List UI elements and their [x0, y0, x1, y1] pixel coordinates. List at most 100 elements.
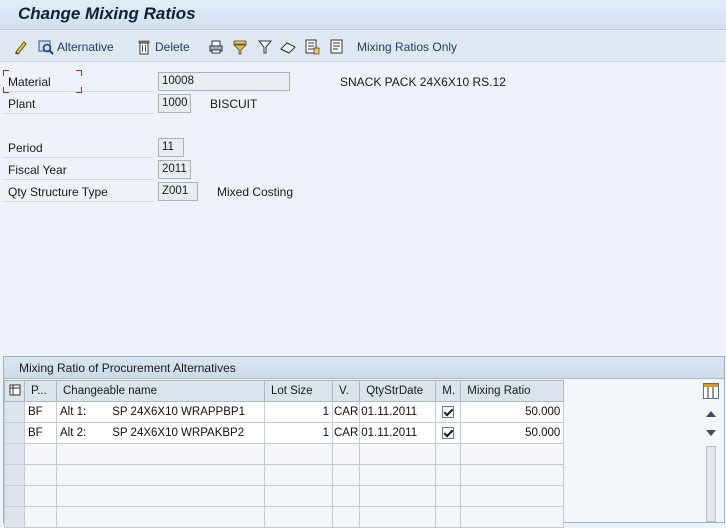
row-selector[interactable] — [4, 485, 25, 507]
required-marker — [3, 70, 9, 76]
export-button[interactable] — [304, 38, 320, 56]
empty-cell — [331, 464, 361, 486]
table-row: BF Alt 2: SP 24X6X10 WRPAKBP2 1 CAR 01.11… — [4, 422, 565, 444]
empty-cell — [359, 464, 437, 486]
required-marker — [76, 87, 82, 93]
empty-cell — [331, 506, 361, 528]
empty-cell — [435, 506, 462, 528]
cell-qtystrdate: 01.11.2011 — [359, 422, 437, 444]
row-selector[interactable] — [4, 464, 25, 486]
title-bar: Change Mixing Ratios — [0, 0, 726, 30]
table-row — [4, 443, 565, 465]
application-toolbar: Alternative Delete Mixing Ratios Only — [0, 31, 726, 62]
plant-description: BISCUIT — [210, 97, 258, 111]
empty-cell — [24, 464, 57, 486]
empty-cell — [460, 443, 565, 465]
empty-cell — [56, 485, 265, 507]
empty-cell — [56, 506, 265, 528]
cell-name: SP 24X6X10 WRPAKBP2 — [112, 427, 245, 439]
change-pencil-button[interactable] — [13, 38, 29, 56]
plant-field[interactable]: 1000 — [158, 94, 191, 113]
empty-cell — [460, 464, 565, 486]
scroll-down-icon[interactable] — [706, 430, 716, 436]
cell-lot-size: 1 — [264, 422, 333, 444]
empty-cell — [24, 443, 57, 465]
empty-cell — [56, 443, 265, 465]
filter-icon — [257, 39, 273, 55]
column-header-lot-size[interactable]: Lot Size — [264, 380, 333, 402]
change-layout-button[interactable] — [280, 38, 296, 56]
cell-alt: Alt 1: — [60, 406, 87, 418]
cell-m[interactable] — [435, 422, 462, 444]
cell-changeable-name[interactable]: Alt 2: SP 24X6X10 WRPAKBP2 — [56, 422, 265, 444]
mixing-ratios-only-button[interactable]: Mixing Ratios Only — [329, 38, 457, 56]
column-header-m[interactable]: M. — [435, 380, 462, 402]
filter-button[interactable] — [257, 38, 273, 56]
plant-label: Plant — [3, 94, 153, 114]
cell-changeable-name[interactable]: Alt 1: SP 24X6X10 WRAPPBP1 — [56, 401, 265, 423]
column-header-v[interactable]: V. — [331, 380, 361, 402]
cell-lot-size: 1 — [264, 401, 333, 423]
empty-cell — [264, 506, 333, 528]
required-marker — [76, 70, 82, 76]
empty-cell — [359, 443, 437, 465]
required-marker — [3, 87, 9, 93]
empty-cell — [264, 485, 333, 507]
empty-cell — [331, 485, 361, 507]
page-title: Change Mixing Ratios — [18, 4, 196, 23]
checkbox-checked[interactable] — [442, 426, 455, 439]
eraser-icon — [280, 39, 296, 55]
mixing-ratio-panel: Mixing Ratio of Procurement Alternatives… — [3, 356, 725, 528]
material-field[interactable]: 10008 — [158, 72, 290, 91]
table-settings-icon — [9, 384, 21, 399]
cell-qtystrdate: 01.11.2011 — [359, 401, 437, 423]
row-selector[interactable] — [4, 401, 25, 423]
row-selector[interactable] — [4, 422, 25, 444]
period-field[interactable]: 11 — [158, 138, 184, 157]
select-all-button[interactable] — [4, 380, 25, 402]
mixing-ratio-table: P... Changeable name Lot Size V. QtyStrD… — [4, 380, 565, 528]
cell-p: BF — [24, 401, 57, 423]
cell-mixing-ratio[interactable]: 50.000 — [460, 422, 565, 444]
column-header-qtystrdate[interactable]: QtyStrDate — [359, 380, 437, 402]
cell-v: CAR — [331, 422, 361, 444]
row-selector[interactable] — [4, 443, 25, 465]
empty-cell — [460, 506, 565, 528]
scroll-track[interactable] — [706, 446, 716, 522]
empty-cell — [435, 443, 462, 465]
table-row — [4, 464, 565, 486]
cell-alt: Alt 2: — [60, 427, 87, 439]
empty-cell — [435, 485, 462, 507]
printer-icon — [208, 39, 224, 55]
checkbox-checked[interactable] — [442, 405, 455, 418]
print-button[interactable] — [208, 38, 224, 56]
pencil-glasses-icon — [13, 39, 29, 55]
empty-cell — [435, 464, 462, 486]
empty-cell — [460, 485, 565, 507]
column-header-changeable-name[interactable]: Changeable name — [56, 380, 265, 402]
column-header-p[interactable]: P... — [24, 380, 57, 402]
alternative-button[interactable]: Alternative — [38, 38, 114, 56]
column-header-mixing-ratio[interactable]: Mixing Ratio — [460, 380, 565, 402]
column-layout-icon[interactable] — [703, 383, 719, 399]
table-row — [4, 485, 565, 507]
table-row — [4, 506, 565, 528]
empty-cell — [264, 443, 333, 465]
qty-structure-type-field[interactable]: Z001 — [158, 182, 198, 201]
scroll-up-icon[interactable] — [706, 411, 716, 417]
qty-structure-type-description: Mixed Costing — [217, 185, 294, 199]
fiscal-year-field[interactable]: 2011 — [158, 160, 191, 179]
empty-cell — [359, 506, 437, 528]
cell-mixing-ratio[interactable]: 50.000 — [460, 401, 565, 423]
trash-icon — [136, 39, 152, 55]
magnifier-icon — [38, 39, 54, 55]
cell-v: CAR — [331, 401, 361, 423]
delete-button[interactable]: Delete — [136, 38, 190, 56]
cell-p: BF — [24, 422, 57, 444]
table-row: BF Alt 1: SP 24X6X10 WRAPPBP1 1 CAR 01.11… — [4, 401, 565, 423]
document-icon — [329, 39, 345, 55]
subtotal-button[interactable] — [232, 38, 248, 56]
cell-m[interactable] — [435, 401, 462, 423]
row-selector[interactable] — [4, 506, 25, 528]
vertical-scrollbar[interactable] — [700, 380, 722, 522]
